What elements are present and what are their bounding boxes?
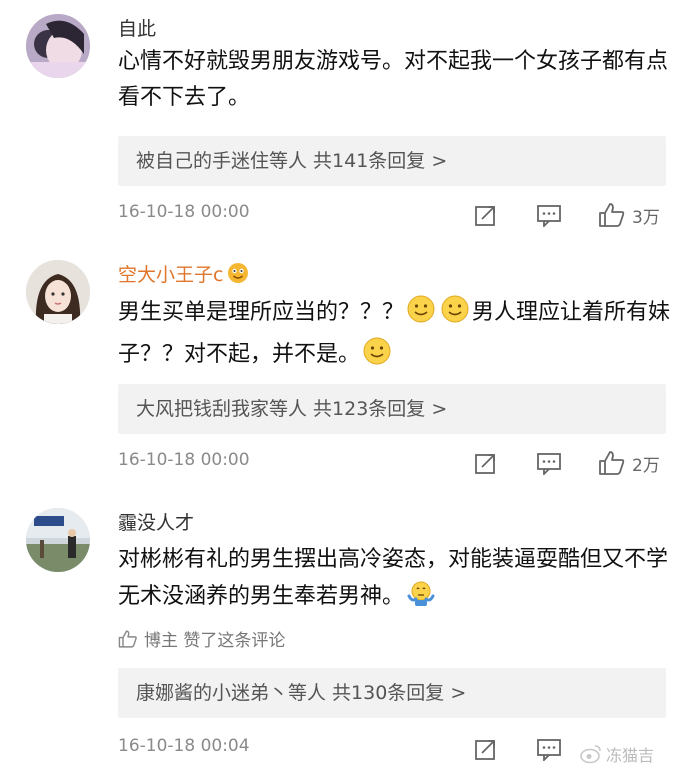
avatar[interactable] [26, 260, 90, 324]
comment-icon [536, 737, 562, 761]
like-icon [118, 629, 137, 648]
timestamp: 16-10-18 00:00 [118, 450, 250, 470]
repost-icon [474, 737, 498, 761]
replies-link[interactable]: 被自己的手迷住等人 共141条回复 > [118, 136, 666, 186]
repost-button[interactable] [474, 734, 498, 764]
timestamp: 16-10-18 00:00 [118, 202, 250, 222]
username[interactable]: 自此 [118, 14, 156, 41]
like-icon [598, 202, 626, 228]
avatar[interactable] [26, 508, 90, 572]
comment-button[interactable] [536, 734, 562, 764]
comment-text: 心情不好就毁男朋友游戏号。对不起我一个女孩子都有点看不下去了。 [118, 49, 669, 110]
comment-button[interactable] [536, 200, 562, 230]
replies-link[interactable]: 大风把钱刮我家等人 共123条回复 > [118, 384, 666, 434]
weibo-logo-icon [580, 745, 601, 764]
like-button[interactable]: 3万 [598, 200, 660, 230]
vip-face-icon [227, 262, 249, 289]
username[interactable]: 霾没人才 [118, 508, 194, 535]
timestamp: 16-10-18 00:04 [118, 736, 250, 756]
comment-text: 对彬彬有礼的男生摆出高冷姿态，对能装逼耍酷但又不学无术没涵养的男生奉若男神。 [118, 542, 678, 620]
repost-icon [474, 203, 498, 227]
repost-button[interactable] [474, 448, 498, 478]
comment-icon [536, 203, 562, 227]
smile-emoji-icon [362, 336, 392, 378]
smile-emoji-icon [406, 294, 436, 336]
comment-text: 男生买单是理所应当的？？？ 男人理应让着所有妹子？？对不起，并不是。 [118, 294, 678, 378]
watermark: 冻猫吉 [580, 740, 688, 768]
repost-button[interactable] [474, 200, 498, 230]
shrug-emoji-icon [406, 578, 436, 620]
comment-button[interactable] [536, 448, 562, 478]
repost-icon [474, 451, 498, 475]
author-liked: 博主 赞了这条评论 [118, 626, 285, 651]
like-button[interactable]: 2万 [598, 448, 660, 478]
like-count: 3万 [632, 207, 660, 228]
comment-icon [536, 451, 562, 475]
avatar[interactable] [26, 14, 90, 78]
smile-emoji-icon [440, 294, 470, 336]
like-count: 2万 [632, 455, 660, 476]
username[interactable]: 空大小王子c [118, 260, 249, 289]
replies-link[interactable]: 康娜酱的小迷弟丶等人 共130条回复 > [118, 668, 666, 718]
like-icon [598, 450, 626, 476]
